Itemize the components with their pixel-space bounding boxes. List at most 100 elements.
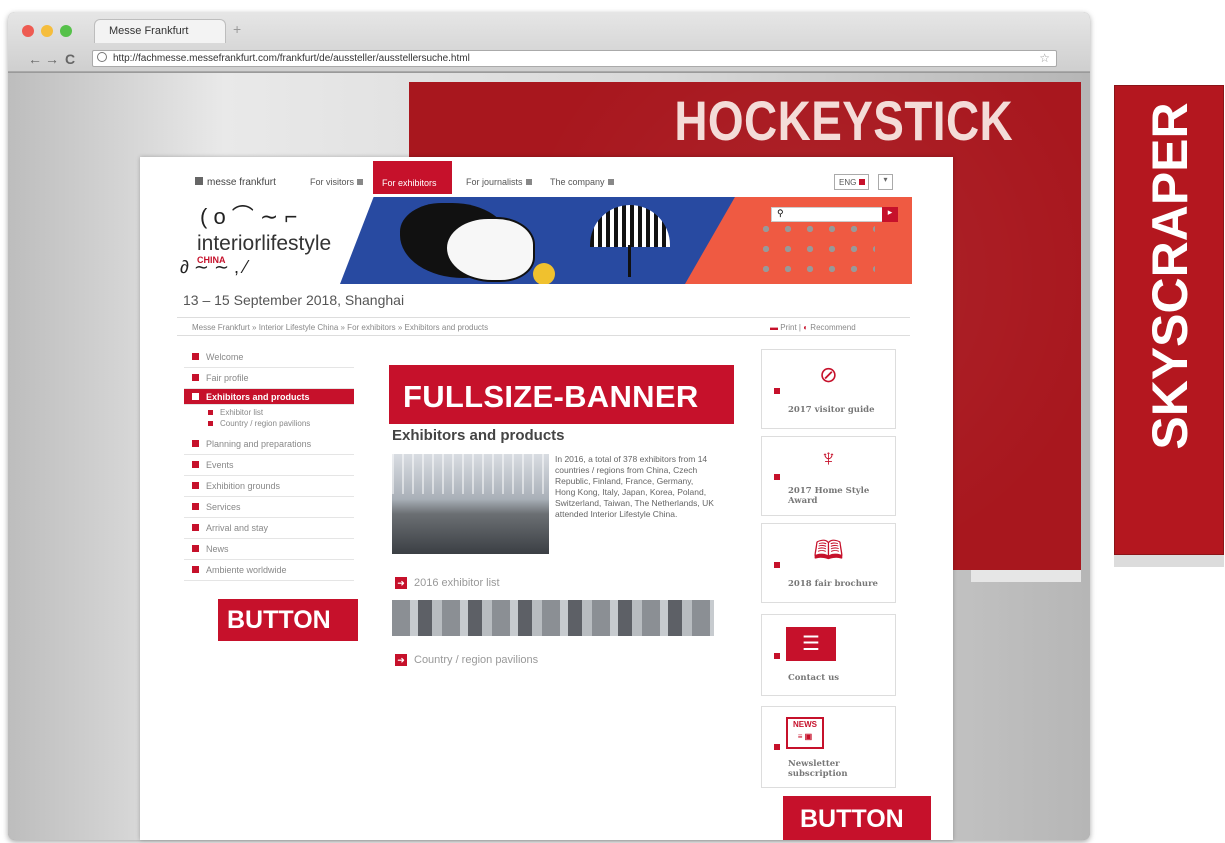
sidebar-item-arrival[interactable]: Arrival and stay	[184, 518, 354, 539]
sidebar-item-planning[interactable]: Planning and preparations	[184, 434, 354, 455]
hero-umbrella-stem	[628, 245, 631, 277]
fullsize-banner-ad[interactable]: FULLSIZE-BANNER	[389, 365, 734, 424]
nav-square-icon	[357, 179, 364, 185]
ad-footer	[971, 570, 1081, 582]
compass-icon: ⊘	[819, 362, 838, 387]
button-ad-left[interactable]: BUTTON	[218, 599, 358, 641]
site-search-input[interactable]: ⚲	[771, 207, 896, 222]
chevron-down-icon: ▾	[883, 175, 888, 184]
link-label: 2016 exhibitor list	[414, 577, 500, 589]
close-window-button[interactable]	[22, 25, 34, 37]
country-pavilions-link[interactable]: ➜ Country / region pavilions	[395, 654, 538, 666]
back-button[interactable]: ←	[28, 51, 42, 67]
sidebar-item-label: Welcome	[206, 352, 244, 362]
sidebar-item-events[interactable]: Events	[184, 455, 354, 476]
event-title: interiorlifestyle	[197, 232, 332, 255]
nav-square-icon	[525, 179, 532, 185]
site-search-button[interactable]: ▸	[882, 207, 898, 222]
messe-frankfurt-logo[interactable]: messe frankfurt	[195, 177, 276, 188]
bullet-icon	[774, 474, 780, 480]
sidebar-item-label: Fair profile	[206, 373, 249, 383]
sidebar-subitem-country-pavilions[interactable]: Country / region pavilions	[184, 419, 354, 430]
bullet-icon	[192, 461, 199, 468]
nav-for-exhibitors[interactable]: For exhibitors	[373, 161, 452, 194]
sidebar-item-ambiente[interactable]: Ambiente worldwide	[184, 560, 354, 581]
print-link[interactable]: Print	[780, 323, 796, 332]
reload-button[interactable]: C	[65, 51, 75, 67]
sidebar-item-label: Planning and preparations	[206, 439, 312, 449]
sidebar-subitem-exhibitor-list[interactable]: Exhibitor list	[184, 408, 354, 419]
event-date: 13 – 15 September 2018, Shanghai	[183, 292, 405, 308]
sidebar-item-services[interactable]: Services	[184, 497, 354, 518]
sidebar-subitem-label: Exhibitor list	[220, 408, 264, 417]
sidebar-item-label: Events	[206, 460, 234, 470]
tile-fair-brochure[interactable]: 🕮 2018 fair brochure	[761, 523, 896, 603]
sidebar: Welcome Fair profile Exhibitors and prod…	[184, 347, 354, 581]
recommend-link[interactable]: Recommend	[810, 323, 855, 332]
contact-card-icon: ☰	[786, 627, 836, 661]
sidebar-item-exhibitors-and-products[interactable]: Exhibitors and products	[184, 389, 354, 405]
sidebar-item-fair-profile[interactable]: Fair profile	[184, 368, 354, 389]
bullet-icon	[192, 374, 199, 381]
recommend-icon: ◐	[803, 323, 809, 332]
new-tab-button[interactable]: +	[233, 21, 241, 37]
breadcrumb[interactable]: Messe Frankfurt » Interior Lifestyle Chi…	[192, 323, 488, 332]
divider	[177, 317, 910, 318]
bookmark-star-icon[interactable]: ☆	[1039, 51, 1050, 65]
print-recommend: ▬ Print | ◐ Recommend	[770, 323, 856, 332]
arrow-right-icon: ➜	[395, 654, 407, 666]
bullet-icon	[192, 393, 199, 400]
sidebar-item-label: Ambiente worldwide	[206, 565, 287, 575]
sidebar-subitem-label: Country / region pavilions	[220, 419, 311, 428]
nav-label: For visitors	[310, 177, 355, 187]
trophy-icon: ♆	[819, 445, 838, 472]
hero-squiggle: ( ο ⌒ ∼ ⌐	[200, 204, 298, 229]
forward-button[interactable]: →	[45, 51, 59, 67]
flag-icon	[858, 179, 865, 185]
language-selector[interactable]: ENG	[834, 174, 869, 190]
search-icon	[97, 52, 107, 62]
exhibition-hall-photo	[392, 454, 549, 554]
bullet-icon	[774, 653, 780, 659]
nav-label: The company	[550, 177, 605, 187]
nav-square-icon	[607, 179, 614, 185]
skyscraper-ad[interactable]: SKYSCRAPER	[1114, 85, 1224, 555]
skyscraper-label: SKYSCRAPER	[1142, 102, 1198, 450]
nav-label: For exhibitors	[382, 178, 437, 188]
nav-for-visitors[interactable]: For visitors	[310, 177, 364, 187]
tile-home-style-award[interactable]: ♆ 2017 Home Style Award	[761, 436, 896, 516]
logo-mark-icon	[195, 177, 203, 185]
exhibitor-list-link[interactable]: ➜ 2016 exhibitor list	[395, 577, 500, 589]
stage: Messe Frankfurt + ← → C http://fachmesse…	[0, 0, 1225, 843]
maximize-window-button[interactable]	[60, 25, 72, 37]
browser-tab[interactable]: Messe Frankfurt	[94, 19, 226, 43]
nav-the-company[interactable]: The company	[550, 177, 614, 187]
bullet-icon	[208, 410, 213, 415]
breadcrumb-text: Messe Frankfurt » Interior Lifestyle Chi…	[192, 323, 489, 332]
exhibitor-photo-strip	[392, 600, 714, 636]
photo-roof	[392, 454, 549, 494]
newsletter-icon: NEWS ≡ ▣	[786, 717, 824, 749]
sidebar-item-welcome[interactable]: Welcome	[184, 347, 354, 368]
minimize-window-button[interactable]	[41, 25, 53, 37]
sidebar-item-news[interactable]: News	[184, 539, 354, 560]
button-ad-right[interactable]: BUTTON	[783, 796, 931, 840]
address-bar[interactable]: http://fachmesse.messefrankfurt.com/fran…	[92, 50, 1057, 67]
tile-contact-us[interactable]: ☰ Contact us	[761, 614, 896, 696]
bullet-icon	[774, 388, 780, 394]
nav-for-journalists[interactable]: For journalists	[466, 177, 532, 187]
sidebar-item-label: News	[206, 544, 229, 554]
language-label: ENG	[839, 178, 857, 187]
tile-label: 2017 Home Style Award	[788, 486, 870, 506]
divider	[177, 335, 910, 336]
language-dropdown[interactable]: ▾	[878, 174, 893, 190]
tile-visitor-guide[interactable]: ⊘ 2017 visitor guide	[761, 349, 896, 429]
bullet-icon	[192, 482, 199, 489]
arrow-right-icon: ▸	[887, 207, 893, 217]
sidebar-item-label: Exhibitors and products	[206, 392, 310, 402]
hockeystick-label: HOCKEYSTICK	[674, 89, 1013, 152]
hero-flowers	[755, 219, 875, 275]
sidebar-item-exhibition-grounds[interactable]: Exhibition grounds	[184, 476, 354, 497]
bullet-icon	[192, 503, 199, 510]
tile-newsletter[interactable]: NEWS ≡ ▣ Newsletter subscription	[761, 706, 896, 788]
